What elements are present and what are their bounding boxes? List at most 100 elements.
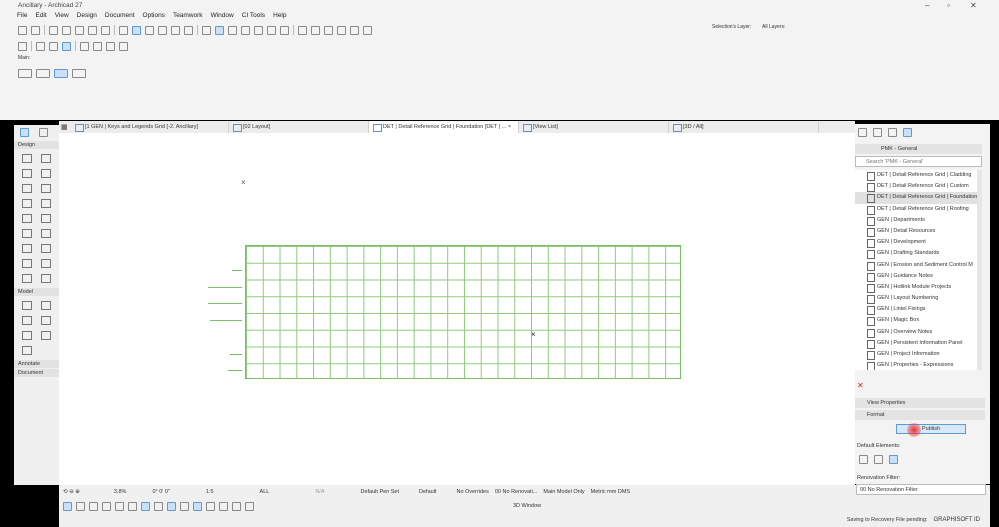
graphisoft-id-button[interactable]: GRAPHISOFT ID (933, 517, 980, 523)
publisher-list-item[interactable]: GEN | Drafting Standards (855, 248, 982, 260)
tool-icon[interactable] (167, 501, 176, 511)
renovation-filter-select[interactable]: 00 No Renovation Filter (856, 484, 986, 495)
restore-button[interactable]: ▫ (947, 1, 950, 10)
publisher-list-item[interactable]: DET | Detail Reference Grid | Custom (855, 181, 982, 193)
menu-file[interactable]: File (17, 12, 27, 19)
menu-document[interactable]: Document (105, 12, 135, 19)
tool-icon[interactable] (36, 41, 45, 51)
detail-reference-grid[interactable] (245, 245, 681, 379)
menu-view[interactable]: View (55, 12, 69, 19)
menu-help[interactable]: Help (273, 12, 286, 19)
tool-icon[interactable] (40, 331, 51, 340)
align-icon[interactable] (106, 41, 115, 51)
publisher-list-item[interactable]: GEN | Magic Box (855, 315, 982, 327)
ruler-icon[interactable] (119, 25, 128, 35)
object-icon[interactable] (22, 316, 33, 325)
layer-combo-value[interactable]: ALL (260, 489, 270, 495)
tool-icon[interactable] (298, 25, 307, 35)
object-icon[interactable] (22, 244, 33, 253)
tool-icon[interactable] (228, 25, 237, 35)
list-scrollbar[interactable] (977, 170, 982, 370)
tool-icon[interactable] (76, 501, 85, 511)
tool-icon[interactable] (889, 455, 898, 464)
publisher-list-item[interactable]: DET | Detail Reference Grid | Foundation (855, 192, 982, 204)
skylight-icon[interactable] (40, 229, 51, 238)
publisher-list-item[interactable]: GEN | Persistent Information Panel (855, 338, 982, 349)
undo-icon[interactable] (18, 25, 27, 35)
door-icon[interactable] (22, 184, 33, 193)
tool-icon[interactable] (88, 25, 97, 35)
tool-icon[interactable] (267, 25, 276, 35)
publisher-list-item[interactable]: GEN | Departments (855, 215, 982, 226)
tool-icon[interactable] (102, 501, 111, 511)
tab-detail-foundation[interactable]: DET | Detail Reference Grid | Foundation… (369, 121, 519, 133)
tool-icon[interactable] (241, 25, 250, 35)
publisher-list-item[interactable]: GEN | Hotlink Module Projects (855, 282, 982, 294)
dimension-value[interactable]: Metric mm DMS (591, 489, 630, 495)
tab-layout[interactable]: [02 Layout] (229, 121, 369, 133)
tool-icon[interactable] (154, 501, 163, 511)
beam-icon[interactable] (22, 169, 33, 178)
view-map-icon[interactable] (873, 128, 882, 137)
tool-icon[interactable] (206, 501, 215, 511)
stair-icon[interactable] (40, 316, 51, 325)
tool-icon[interactable] (89, 501, 98, 511)
zone-icon[interactable] (40, 244, 51, 253)
tab-view-list[interactable]: [View List] (519, 121, 669, 133)
align-icon[interactable] (80, 41, 89, 51)
tool-icon[interactable] (18, 69, 32, 78)
tool-icon[interactable] (219, 501, 228, 511)
menu-teamwork[interactable]: Teamwork (173, 12, 203, 19)
publisher-set-selector[interactable]: PMK - General (855, 144, 982, 154)
publisher-list-item[interactable]: GEN | Lintel Fixings (855, 304, 982, 316)
wall-icon[interactable] (22, 154, 33, 163)
publisher-list-item[interactable]: DET | Detail Reference Grid | Cladding (855, 170, 982, 182)
overrides-value[interactable]: No Overrides (456, 489, 488, 495)
menu-edit[interactable]: Edit (35, 12, 46, 19)
fill-icon[interactable] (158, 25, 167, 35)
morph-icon[interactable] (40, 301, 51, 310)
renovation-value[interactable]: 00 No Renovati... (495, 489, 538, 495)
arrow-tool-icon[interactable] (20, 128, 29, 137)
tool-icon[interactable] (280, 25, 289, 35)
stair-icon[interactable] (22, 214, 33, 223)
format-section[interactable]: Format (855, 410, 985, 420)
menu-design[interactable]: Design (77, 12, 97, 19)
publisher-list-item[interactable]: GEN | Detail Resources (855, 226, 982, 238)
zoom-icons[interactable]: ⟲ ⊖ ⊕ (63, 489, 80, 495)
tool-icon[interactable] (859, 455, 868, 464)
menu-ci-tools[interactable]: CI Tools (242, 12, 265, 19)
shell-icon[interactable] (22, 229, 33, 238)
angle-value[interactable]: 0° 0' 0" (152, 489, 169, 495)
favorites-icon[interactable] (202, 25, 211, 35)
panel-icon[interactable] (40, 259, 51, 268)
scale-value[interactable]: 1:5 (206, 489, 214, 495)
publisher-list-item[interactable]: GEN | Development (855, 237, 982, 249)
project-map-icon[interactable] (858, 128, 867, 137)
publisher-list-item[interactable]: GEN | Erosion and Sediment Control M (855, 260, 982, 271)
tool-icon[interactable] (22, 331, 33, 340)
publisher-list-item[interactable]: GEN | Overview Notes (855, 327, 982, 338)
navigator-search-input[interactable] (855, 156, 982, 167)
tool-icon[interactable] (350, 25, 359, 35)
tool-icon[interactable] (324, 25, 333, 35)
lamp-icon[interactable] (22, 259, 33, 268)
3d-window-button[interactable]: 3D Window (513, 503, 541, 509)
rotate-icon[interactable] (54, 69, 68, 78)
pen-set-value[interactable]: Default Pen Set (361, 489, 400, 495)
tab-keys-legends[interactable]: [1 GEN | Keys and Legends Grid [-2. Anci… (71, 121, 229, 133)
tool-icon[interactable] (49, 25, 58, 35)
publisher-icon[interactable] (903, 128, 912, 137)
railing-icon[interactable] (40, 214, 51, 223)
align-icon[interactable] (119, 41, 128, 51)
tool-icon[interactable] (101, 25, 110, 35)
mesh-icon[interactable] (22, 301, 33, 310)
grid-snap-icon[interactable] (145, 25, 154, 35)
roof-icon[interactable] (40, 169, 51, 178)
tab-3d-all[interactable]: [3D / All] (669, 121, 819, 133)
window-icon[interactable] (40, 184, 51, 193)
section-model[interactable]: Model (14, 288, 59, 296)
layout-book-icon[interactable] (888, 128, 897, 137)
menu-window[interactable]: Window (211, 12, 234, 19)
tab-close-icon[interactable]: × (508, 124, 511, 130)
